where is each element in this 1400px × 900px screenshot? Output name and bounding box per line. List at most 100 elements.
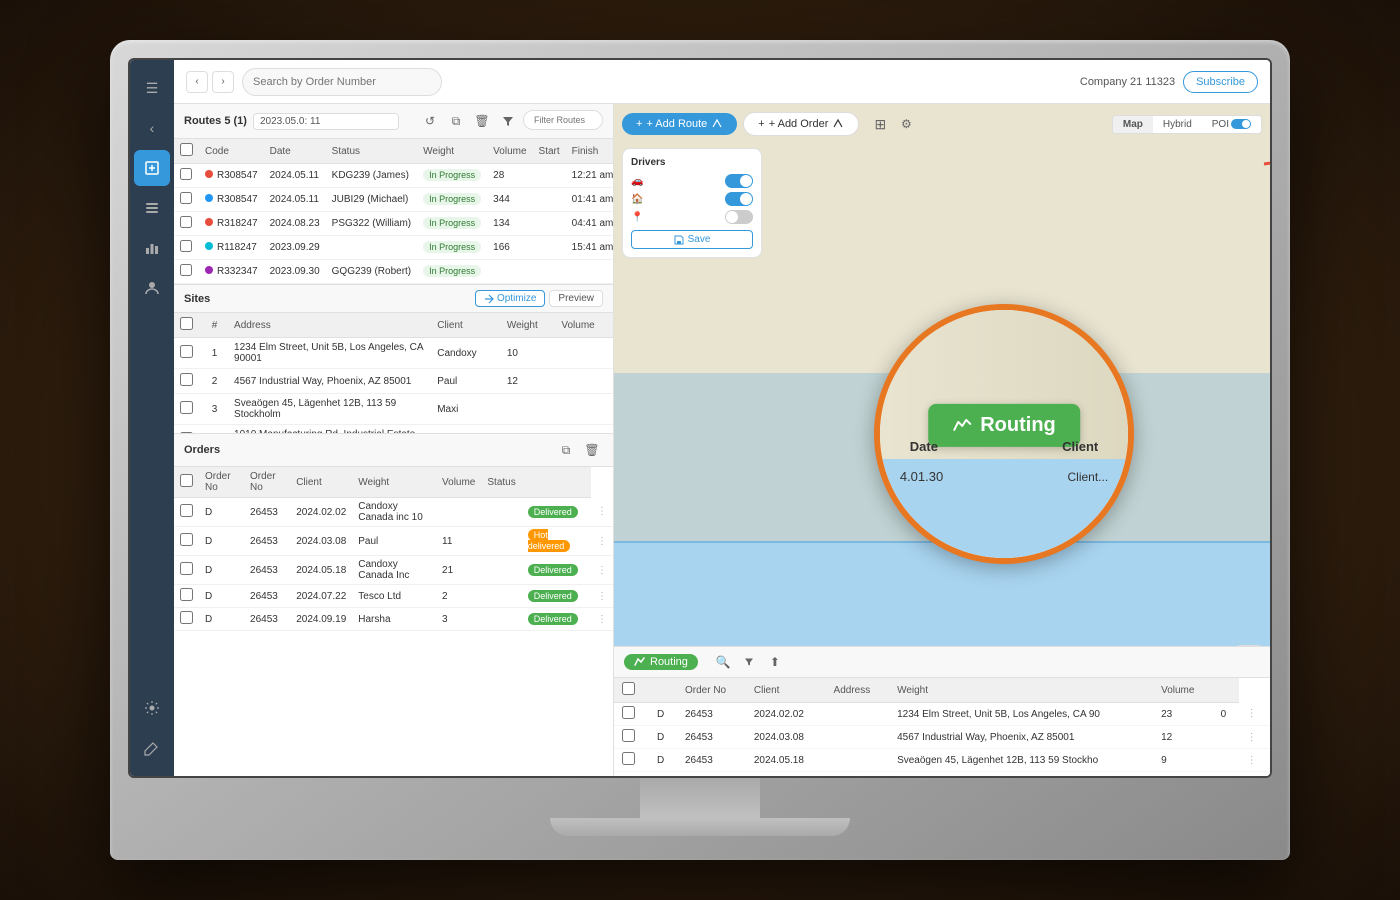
bottom-check[interactable]: [614, 703, 649, 726]
bottom-check[interactable]: [614, 749, 649, 772]
route-volume: [533, 260, 566, 284]
route-checkbox-cell[interactable]: [174, 188, 199, 212]
order-d: D: [199, 608, 244, 631]
table-row: D 26453 2024.02.02 Candoxy Canada inc 10…: [174, 498, 613, 527]
site-check[interactable]: [174, 338, 206, 369]
orders-select-all[interactable]: [180, 474, 193, 487]
routes-select-all[interactable]: [180, 143, 193, 156]
route-code: R118247: [199, 236, 264, 260]
route-weight: [487, 260, 532, 284]
bottom-orderno: 26453: [677, 726, 746, 749]
order-d: D: [199, 585, 244, 608]
order-more[interactable]: ⋮: [591, 556, 613, 585]
map-container[interactable]: + + Add Route + + Add Order: [614, 104, 1270, 776]
refresh-icon[interactable]: ↺: [419, 110, 441, 132]
sidebar-icon-user[interactable]: [134, 270, 170, 306]
order-date: 2024.02.02: [290, 498, 352, 527]
bottom-more[interactable]: ⋮: [1239, 703, 1270, 726]
order-more[interactable]: ⋮: [591, 585, 613, 608]
route-checkbox-cell[interactable]: [174, 212, 199, 236]
driver-toggle-switch-2[interactable]: [725, 192, 753, 206]
bottom-col-check: [614, 678, 649, 703]
orders-col-volume: Volume: [436, 467, 481, 498]
site-address: 4567 Industrial Way, Phoenix, AZ 85001: [228, 369, 431, 394]
company-name-label: Company 21 11323: [1080, 76, 1175, 88]
driver-toggle-switch-3[interactable]: [725, 210, 753, 224]
col-date: Date: [264, 139, 326, 164]
bottom-address: Sveaögen 45, Lägenhet 12B, 113 59 Stockh…: [889, 749, 1153, 772]
order-check[interactable]: [174, 498, 199, 527]
sites-select-all[interactable]: [180, 317, 193, 330]
preview-button[interactable]: Preview: [549, 290, 603, 307]
table-row: D 26453 2024.03.08 4567 Industrial Way, …: [614, 726, 1270, 749]
map-type-poi-button[interactable]: POI: [1202, 116, 1261, 133]
map-settings-icon[interactable]: ⚙: [895, 113, 917, 135]
sidebar-icon-back[interactable]: ‹: [134, 110, 170, 146]
optimize-button[interactable]: Optimize: [475, 290, 545, 307]
route-checkbox-cell[interactable]: [174, 260, 199, 284]
driver-toggle-switch-1[interactable]: [725, 174, 753, 188]
col-check: [174, 139, 199, 164]
sidebar-icon-settings[interactable]: [134, 690, 170, 726]
copy-icon[interactable]: ⧉: [445, 110, 467, 132]
map-type-hybrid-button[interactable]: Hybrid: [1153, 116, 1202, 133]
sidebar-icon-chart[interactable]: [134, 230, 170, 266]
bottom-routing-label[interactable]: Routing: [624, 654, 698, 670]
bottom-more[interactable]: ⋮: [1239, 726, 1270, 749]
route-checkbox-cell[interactable]: [174, 236, 199, 260]
order-more[interactable]: ⋮: [591, 498, 613, 527]
search-input[interactable]: [242, 68, 442, 96]
sidebar-icon-menu[interactable]: ☰: [134, 70, 170, 106]
delete-route-icon[interactable]: 🗑: [471, 110, 493, 132]
route-code: R308547: [199, 188, 264, 212]
drivers-panel-title: Drivers: [631, 157, 753, 168]
sidebar-icon-routes[interactable]: [134, 150, 170, 186]
nav-forward-button[interactable]: ›: [212, 71, 234, 93]
route-status: In Progress: [417, 212, 487, 236]
site-check[interactable]: [174, 394, 206, 425]
order-more[interactable]: ⋮: [591, 608, 613, 631]
orders-copy-icon[interactable]: ⧉: [555, 439, 577, 461]
main-content: ‹ › Company 21 11323 Subscribe: [174, 60, 1270, 776]
subscribe-button[interactable]: Subscribe: [1183, 71, 1258, 93]
order-more[interactable]: ⋮: [591, 527, 613, 556]
bottom-select-all[interactable]: [622, 682, 635, 695]
bottom-export-icon[interactable]: ⬆: [764, 651, 786, 673]
map-type-map-button[interactable]: Map: [1113, 116, 1153, 133]
filter-icon[interactable]: [497, 110, 519, 132]
order-check[interactable]: [174, 556, 199, 585]
order-check[interactable]: [174, 527, 199, 556]
order-no: 26453: [244, 608, 290, 631]
route-start: 12:21 am: [566, 164, 613, 188]
orders-delete-icon[interactable]: 🗑: [581, 439, 603, 461]
site-num: 1: [206, 338, 228, 369]
order-check[interactable]: [174, 608, 199, 631]
date-selector[interactable]: [253, 113, 399, 130]
routes-header: Routes 5 (1) ↺ ⧉ 🗑: [174, 104, 613, 139]
bottom-d: D: [649, 703, 677, 726]
sites-col-volume: Volume: [555, 313, 613, 338]
sidebar-icon-edit[interactable]: [134, 730, 170, 766]
order-check[interactable]: [174, 585, 199, 608]
site-check[interactable]: [174, 369, 206, 394]
route-checkbox-cell[interactable]: [174, 164, 199, 188]
monitor-base: [550, 818, 850, 836]
nav-buttons: ‹ ›: [186, 71, 234, 93]
route-filter-input[interactable]: [523, 110, 603, 130]
site-address: Sveaögen 45, Lägenhet 12B, 113 59 Stockh…: [228, 394, 431, 425]
order-client: Harsha: [352, 608, 436, 631]
nav-back-button[interactable]: ‹: [186, 71, 208, 93]
site-client: Maxi: [431, 394, 501, 425]
add-route-button[interactable]: + + Add Route: [622, 113, 737, 135]
bottom-search-icon[interactable]: 🔍: [712, 651, 734, 673]
bottom-more[interactable]: ⋮: [1239, 749, 1270, 772]
site-check[interactable]: [174, 425, 206, 434]
bottom-address: 4567 Industrial Way, Phoenix, AZ 85001: [889, 726, 1153, 749]
map-grid-icon[interactable]: ⊞: [869, 113, 891, 135]
bottom-check[interactable]: [614, 726, 649, 749]
site-volume: [555, 425, 613, 434]
add-order-button[interactable]: + + Add Order: [743, 112, 859, 136]
sidebar-icon-list[interactable]: [134, 190, 170, 226]
bottom-filter-icon[interactable]: [738, 651, 760, 673]
save-button[interactable]: Save: [631, 230, 753, 249]
